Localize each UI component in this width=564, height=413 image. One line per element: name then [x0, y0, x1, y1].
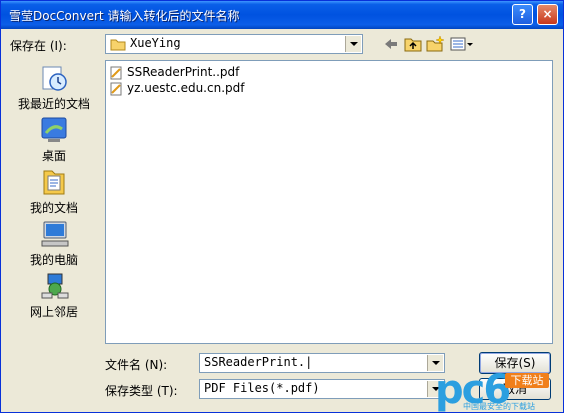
save-in-value: XueYing — [130, 36, 181, 50]
place-recent-documents[interactable]: 我最近的文档 — [11, 63, 97, 113]
place-network-places[interactable]: 网上邻居 — [11, 271, 97, 321]
title-bar: 雪莹DocConvert 请输入转化后的文件名称 ? × — [1, 1, 563, 29]
place-my-computer[interactable]: 我的电脑 — [11, 219, 97, 269]
filename-input[interactable]: SSReaderPrint.| — [199, 353, 445, 373]
save-in-label: 保存在 (I): — [10, 39, 67, 53]
view-menu-icon[interactable] — [449, 35, 475, 53]
filetype-value: PDF Files(*.pdf) — [204, 381, 320, 395]
my-computer-icon — [41, 221, 69, 247]
file-name: yz.uestc.edu.cn.pdf — [127, 81, 245, 95]
my-documents-icon — [43, 170, 65, 195]
filename-value: SSReaderPrint.| — [204, 355, 313, 369]
desktop-icon — [41, 117, 67, 142]
places-bar: 我最近的文档 桌面 我的文档 我的电脑 网上邻居 — [11, 61, 97, 319]
place-label: 我的文档 — [29, 201, 78, 215]
up-folder-icon[interactable] — [403, 35, 423, 53]
back-icon[interactable] — [381, 35, 401, 53]
place-desktop[interactable]: 桌面 — [11, 115, 97, 165]
watermark-subtitle: 中国最安全的下载站 — [463, 402, 535, 411]
save-in-dropdown[interactable]: XueYing — [105, 34, 363, 54]
filetype-dropdown[interactable]: PDF Files(*.pdf) — [199, 379, 445, 399]
window-title: 雪莹DocConvert 请输入转化后的文件名称 — [9, 9, 240, 23]
place-label: 网上邻居 — [29, 305, 78, 319]
close-button[interactable]: × — [537, 4, 558, 25]
watermark-badge: 下载站 — [505, 373, 549, 388]
chevron-down-icon[interactable] — [345, 36, 361, 52]
place-label: 我最近的文档 — [17, 97, 90, 111]
filetype-label: 保存类型 (T): — [105, 384, 178, 398]
place-label: 我的电脑 — [29, 253, 78, 267]
recent-documents-icon — [42, 66, 67, 91]
pdf-file-icon — [110, 66, 122, 80]
pdf-file-icon — [110, 82, 122, 96]
help-button[interactable]: ? — [512, 4, 533, 25]
place-label: 桌面 — [41, 149, 66, 163]
save-dialog: 雪莹DocConvert 请输入转化后的文件名称 ? × 保存在 (I): Xu… — [0, 0, 564, 413]
file-name: SSReaderPrint..pdf — [127, 65, 240, 79]
file-list[interactable]: SSReaderPrint..pdf yz.uestc.edu.cn.pdf — [105, 60, 553, 344]
folder-icon — [110, 39, 126, 51]
network-places-icon — [41, 273, 69, 299]
place-my-documents[interactable]: 我的文档 — [11, 167, 97, 217]
filename-label: 文件名 (N): — [105, 358, 168, 372]
new-folder-icon[interactable] — [425, 35, 445, 53]
